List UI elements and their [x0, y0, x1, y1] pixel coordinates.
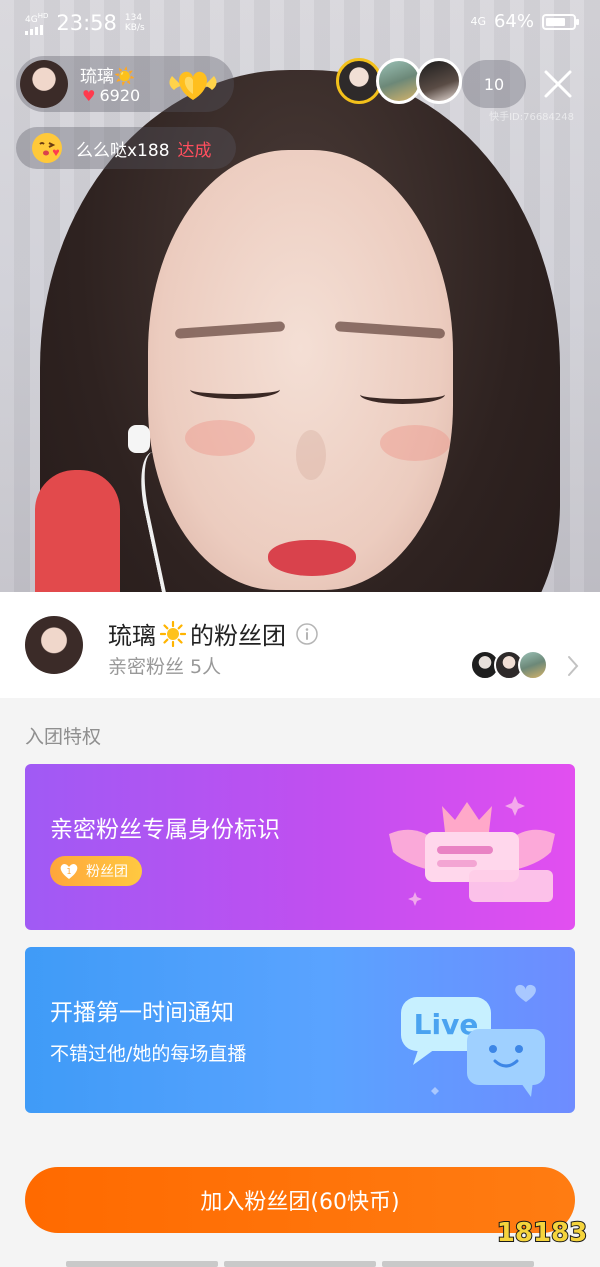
network-speed: 134 KB/s	[124, 13, 145, 33]
status-bar: 4GHD 23:58 134 KB/s 4G 64%	[0, 0, 600, 48]
svg-text:1: 1	[66, 867, 71, 876]
crown-badge-illustration	[389, 796, 555, 906]
kiss-emoji-icon	[32, 133, 62, 163]
perks-section-label: 入团特权	[25, 726, 102, 748]
perk-card-identity: 亲密粉丝专属身份标识 1 粉丝团	[25, 764, 575, 930]
battery-percent: 64%	[493, 11, 534, 32]
perk-card-notify: 开播第一时间通知 不错过他/她的每场直播 Live	[25, 947, 575, 1113]
live-chat-illustration: Live	[401, 984, 545, 1097]
chevron-right-icon[interactable]	[566, 654, 580, 678]
nav-segment[interactable]	[66, 1261, 218, 1267]
club-title: 琉璃 的粉丝团	[108, 616, 318, 651]
battery-icon	[542, 13, 579, 30]
watermark-logo: 18183	[496, 1217, 588, 1249]
clock: 23:58	[56, 11, 117, 35]
perk-card-notify-title: 开播第一时间通知	[50, 1000, 234, 1026]
system-nav-bar	[66, 1261, 534, 1267]
perk-card-identity-title: 亲密粉丝专属身份标识	[50, 817, 280, 843]
gift-status: 达成	[177, 140, 212, 161]
host-avatar[interactable]	[20, 60, 68, 108]
member-avatar	[518, 650, 548, 680]
fan-club-header: 琉璃 的粉丝团 亲密粉丝 5人	[0, 592, 600, 698]
club-title-suffix: 的粉丝团	[190, 622, 286, 650]
nose	[296, 430, 326, 480]
viewer-avatar[interactable]	[416, 58, 462, 104]
heart-icon: ♥	[82, 86, 96, 105]
top-viewers[interactable]	[336, 58, 462, 104]
sun-icon	[160, 620, 186, 647]
viewer-count[interactable]: 10	[462, 60, 526, 108]
svg-text:18183: 18183	[497, 1218, 587, 1248]
host-likes-count: 6920	[99, 86, 141, 105]
streamer-shoulder	[35, 470, 120, 592]
nav-segment[interactable]	[224, 1261, 376, 1267]
close-icon[interactable]	[540, 66, 576, 102]
fan-club-badge: 1 粉丝团	[50, 856, 142, 886]
badge-heart-icon: 1	[60, 863, 78, 879]
club-host-avatar[interactable]	[25, 616, 83, 674]
gift-goal-pill[interactable]: 么么哒x188 达成	[16, 127, 236, 169]
kuaishou-id: 快手ID:76684248	[489, 112, 574, 123]
lips	[268, 540, 356, 576]
fan-club-sheet: 琉璃 的粉丝团 亲密粉丝 5人 入团特权 亲密粉丝专属身份标识 1 粉丝团 开播…	[0, 592, 600, 1267]
left-blush	[185, 420, 255, 456]
winged-heart-icon[interactable]	[164, 64, 222, 104]
info-icon[interactable]	[296, 622, 318, 645]
gift-text: 么么哒x188	[76, 140, 170, 161]
club-title-name: 琉璃	[108, 622, 156, 650]
fan-club-badge-label: 粉丝团	[86, 864, 128, 880]
nav-segment[interactable]	[382, 1261, 534, 1267]
left-eye	[190, 380, 280, 399]
club-member-count: 亲密粉丝 5人	[108, 656, 222, 678]
member-avatars[interactable]	[470, 650, 548, 680]
right-eye	[360, 385, 445, 404]
host-name: 琉璃☀️	[80, 67, 136, 87]
right-blush	[380, 425, 450, 461]
earphone	[128, 425, 150, 453]
host-likes: ♥ 6920	[82, 86, 140, 105]
perk-card-notify-subtitle: 不错过他/她的每场直播	[50, 1043, 247, 1065]
host-info-pill[interactable]: 琉璃☀️ ♥ 6920	[16, 56, 234, 112]
network-type-right: 4G	[470, 15, 486, 28]
live-video[interactable]: 4GHD 23:58 134 KB/s 4G 64% 琉璃☀️ ♥ 6920 1…	[0, 0, 600, 592]
signal-icon: 4GHD	[25, 11, 48, 35]
